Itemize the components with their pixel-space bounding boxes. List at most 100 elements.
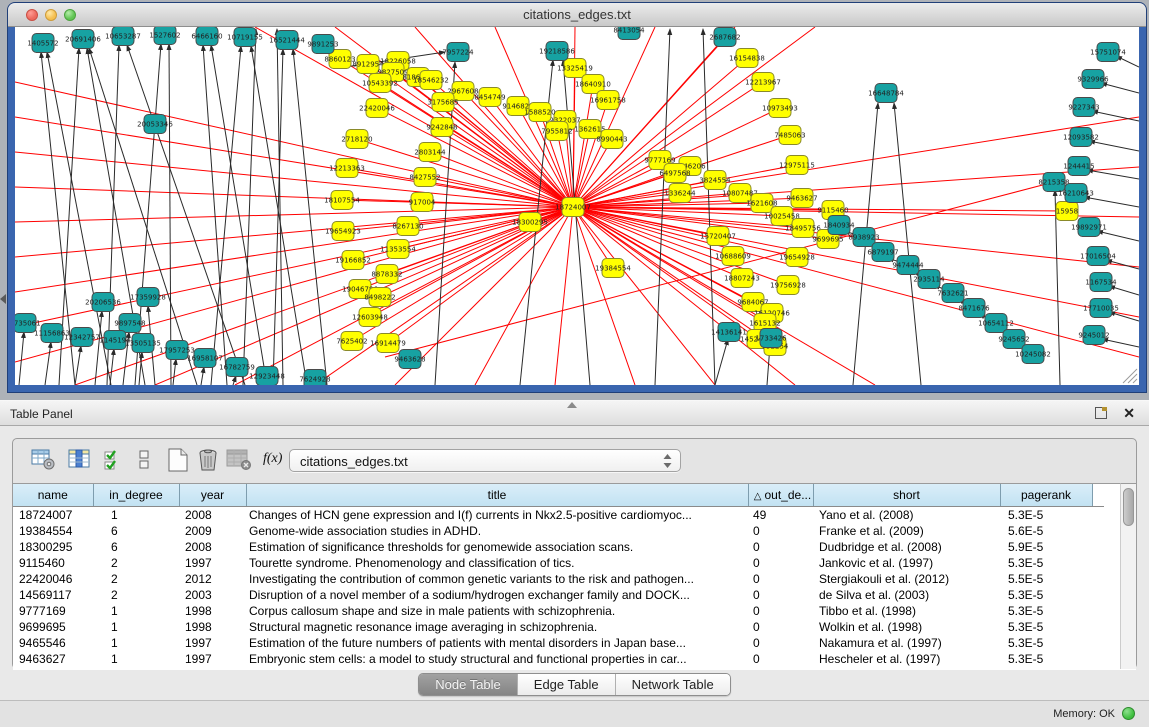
graph-edge-black[interactable] (233, 376, 236, 385)
graph-node[interactable]: 9245012 (1078, 326, 1109, 345)
graph-node[interactable]: 8427552 (409, 168, 440, 187)
graph-node[interactable]: 8498222 (364, 288, 395, 307)
graph-node[interactable]: 1336244 (664, 184, 696, 203)
graph-edge-black[interactable] (1089, 141, 1139, 151)
graph-node[interactable]: 1167534 (1085, 273, 1117, 292)
table-row[interactable]: 969969511998Structural magnetic resonanc… (13, 619, 1104, 635)
vertical-scrollbar[interactable] (1120, 483, 1136, 669)
delete-table-icon[interactable] (226, 448, 252, 477)
graph-node[interactable]: 20691406 (65, 30, 101, 49)
graph-node[interactable]: 3824554 (699, 171, 731, 190)
graph-edge-black[interactable] (1101, 83, 1139, 93)
network-window[interactable]: citations_edges.txt 18724007183002951938… (8, 3, 1146, 392)
graph-node[interactable]: 8990443 (596, 130, 627, 149)
graph-node[interactable]: 17710035 (1083, 299, 1119, 318)
panel-collapse-arrow-left[interactable] (0, 294, 6, 304)
graph-edge-black[interactable] (201, 367, 204, 385)
graph-node[interactable]: 7955812 (541, 122, 572, 141)
resize-grip-icon[interactable] (1128, 374, 1137, 383)
graph-node[interactable]: 3175685 (427, 93, 458, 112)
graph-node[interactable]: 19756928 (770, 276, 806, 295)
graph-node[interactable]: 917004 (409, 193, 436, 212)
create-column-icon[interactable] (166, 448, 190, 477)
graph-node[interactable]: 8413054 (613, 27, 645, 40)
graph-edge-black[interactable] (75, 346, 81, 385)
graph-node[interactable]: 8471676 (958, 299, 990, 318)
graph-node[interactable]: 9329966 (1077, 70, 1109, 89)
graph-edge-black[interactable] (715, 339, 728, 385)
column-header-in_degree[interactable]: in_degree (93, 484, 179, 506)
table-row[interactable]: 911546021997Tourette syndrome. Phenomeno… (13, 555, 1104, 571)
graph-node[interactable]: 9897548 (114, 314, 145, 333)
column-header-out_de[interactable]: △out_de... (748, 484, 813, 506)
graph-node[interactable]: 20206536 (85, 293, 121, 312)
scrollbar-thumb[interactable] (1123, 488, 1134, 526)
column-header-pagerank[interactable]: pagerank (1000, 484, 1092, 506)
function-builder-icon[interactable]: f(x) (263, 451, 282, 467)
graph-edge-black[interactable] (1092, 111, 1139, 121)
tab-node-table[interactable]: Node Table (419, 674, 518, 695)
graph-edge-black[interactable] (1097, 231, 1139, 241)
graph-node[interactable]: 7485063 (774, 126, 805, 145)
column-header-name[interactable]: name (13, 484, 93, 506)
graph-node[interactable]: 1244415 (1063, 157, 1094, 176)
graph-node[interactable]: 6466160 (191, 27, 222, 46)
graph-node[interactable]: 6879197 (867, 243, 898, 262)
table-row[interactable]: 977716911998Corpus callosum shape and si… (13, 603, 1104, 619)
table-row[interactable]: 1872400712008Changes of HCN gene express… (13, 506, 1104, 523)
graph-node[interactable]: 7624928 (299, 370, 330, 386)
graph-node[interactable]: 2935114 (913, 270, 945, 289)
graph-node[interactable]: 19218586 (539, 42, 575, 61)
graph-edge-black[interactable] (1102, 339, 1139, 347)
graph-edge-black[interactable] (293, 49, 327, 385)
graph-edge-red[interactable] (15, 152, 573, 207)
graph-node[interactable]: 12093582 (1063, 128, 1099, 147)
graph-node[interactable]: 19384554 (595, 259, 631, 278)
graph-edge-black[interactable] (203, 45, 227, 385)
graph-node[interactable]: 10719155 (227, 28, 263, 47)
network-window-titlebar[interactable]: citations_edges.txt (8, 3, 1146, 27)
graph-node[interactable]: 2803144 (414, 143, 446, 162)
graph-node[interactable]: 12975115 (779, 156, 815, 175)
column-header-year[interactable]: year (179, 484, 246, 506)
graph-edge-black[interactable] (110, 349, 114, 385)
graph-edge-black[interactable] (655, 29, 670, 385)
graph-node[interactable]: 2687682 (709, 28, 740, 47)
close-panel-icon[interactable]: ✕ (1123, 405, 1135, 421)
graph-edge-black[interactable] (894, 103, 921, 385)
row-height-icon[interactable] (137, 448, 151, 477)
graph-node[interactable]: 9227343 (1068, 98, 1099, 117)
table-row[interactable]: 946554611997Estimation of the future num… (13, 635, 1104, 651)
graph-node[interactable]: 9891253 (307, 35, 338, 54)
graph-node[interactable]: 8454749 (474, 88, 505, 107)
table-settings-icon[interactable] (31, 448, 57, 477)
graph-node[interactable]: 9463628 (394, 350, 425, 369)
graph-node[interactable]: 7957224 (442, 43, 474, 62)
graph-node[interactable]: 12213363 (329, 159, 365, 178)
table-row[interactable]: 1938455462009Genome-wide association stu… (13, 523, 1104, 539)
graph-node[interactable]: 18807243 (724, 269, 760, 288)
graph-node[interactable]: 10653287 (105, 27, 141, 46)
graph-edge-black[interactable] (1087, 170, 1139, 179)
graph-node[interactable]: 18107554 (324, 191, 360, 210)
graph-edge-black[interactable] (19, 332, 24, 385)
graph-node[interactable]: 7625402 (336, 332, 367, 351)
graph-node[interactable]: 6497568 (659, 164, 690, 183)
graph-node[interactable]: 15958 (1056, 202, 1078, 221)
graph-edge-red[interactable] (15, 117, 573, 207)
graph-edge-red[interactable] (555, 207, 573, 385)
column-header-short[interactable]: short (813, 484, 1000, 506)
table-row[interactable]: 2242004622012Investigating the contribut… (13, 571, 1104, 587)
panel-resize-arrow-icon[interactable] (567, 402, 577, 408)
graph-edge-black[interactable] (1084, 197, 1139, 207)
graph-node[interactable]: 17359928 (130, 288, 166, 307)
graph-node[interactable]: 17016504 (1080, 247, 1116, 266)
graph-edge-black[interactable] (45, 342, 51, 385)
graph-node[interactable]: 10973493 (762, 99, 798, 118)
table-row[interactable]: 946362711997Embryonic stem cells: a mode… (13, 651, 1104, 667)
graph-node[interactable]: 8878332 (371, 265, 402, 284)
delete-column-icon[interactable] (197, 448, 221, 477)
graph-edge-black[interactable] (243, 29, 256, 385)
graph-node[interactable]: 19892971 (1071, 218, 1107, 237)
graph-node[interactable]: 19166852 (335, 251, 371, 270)
